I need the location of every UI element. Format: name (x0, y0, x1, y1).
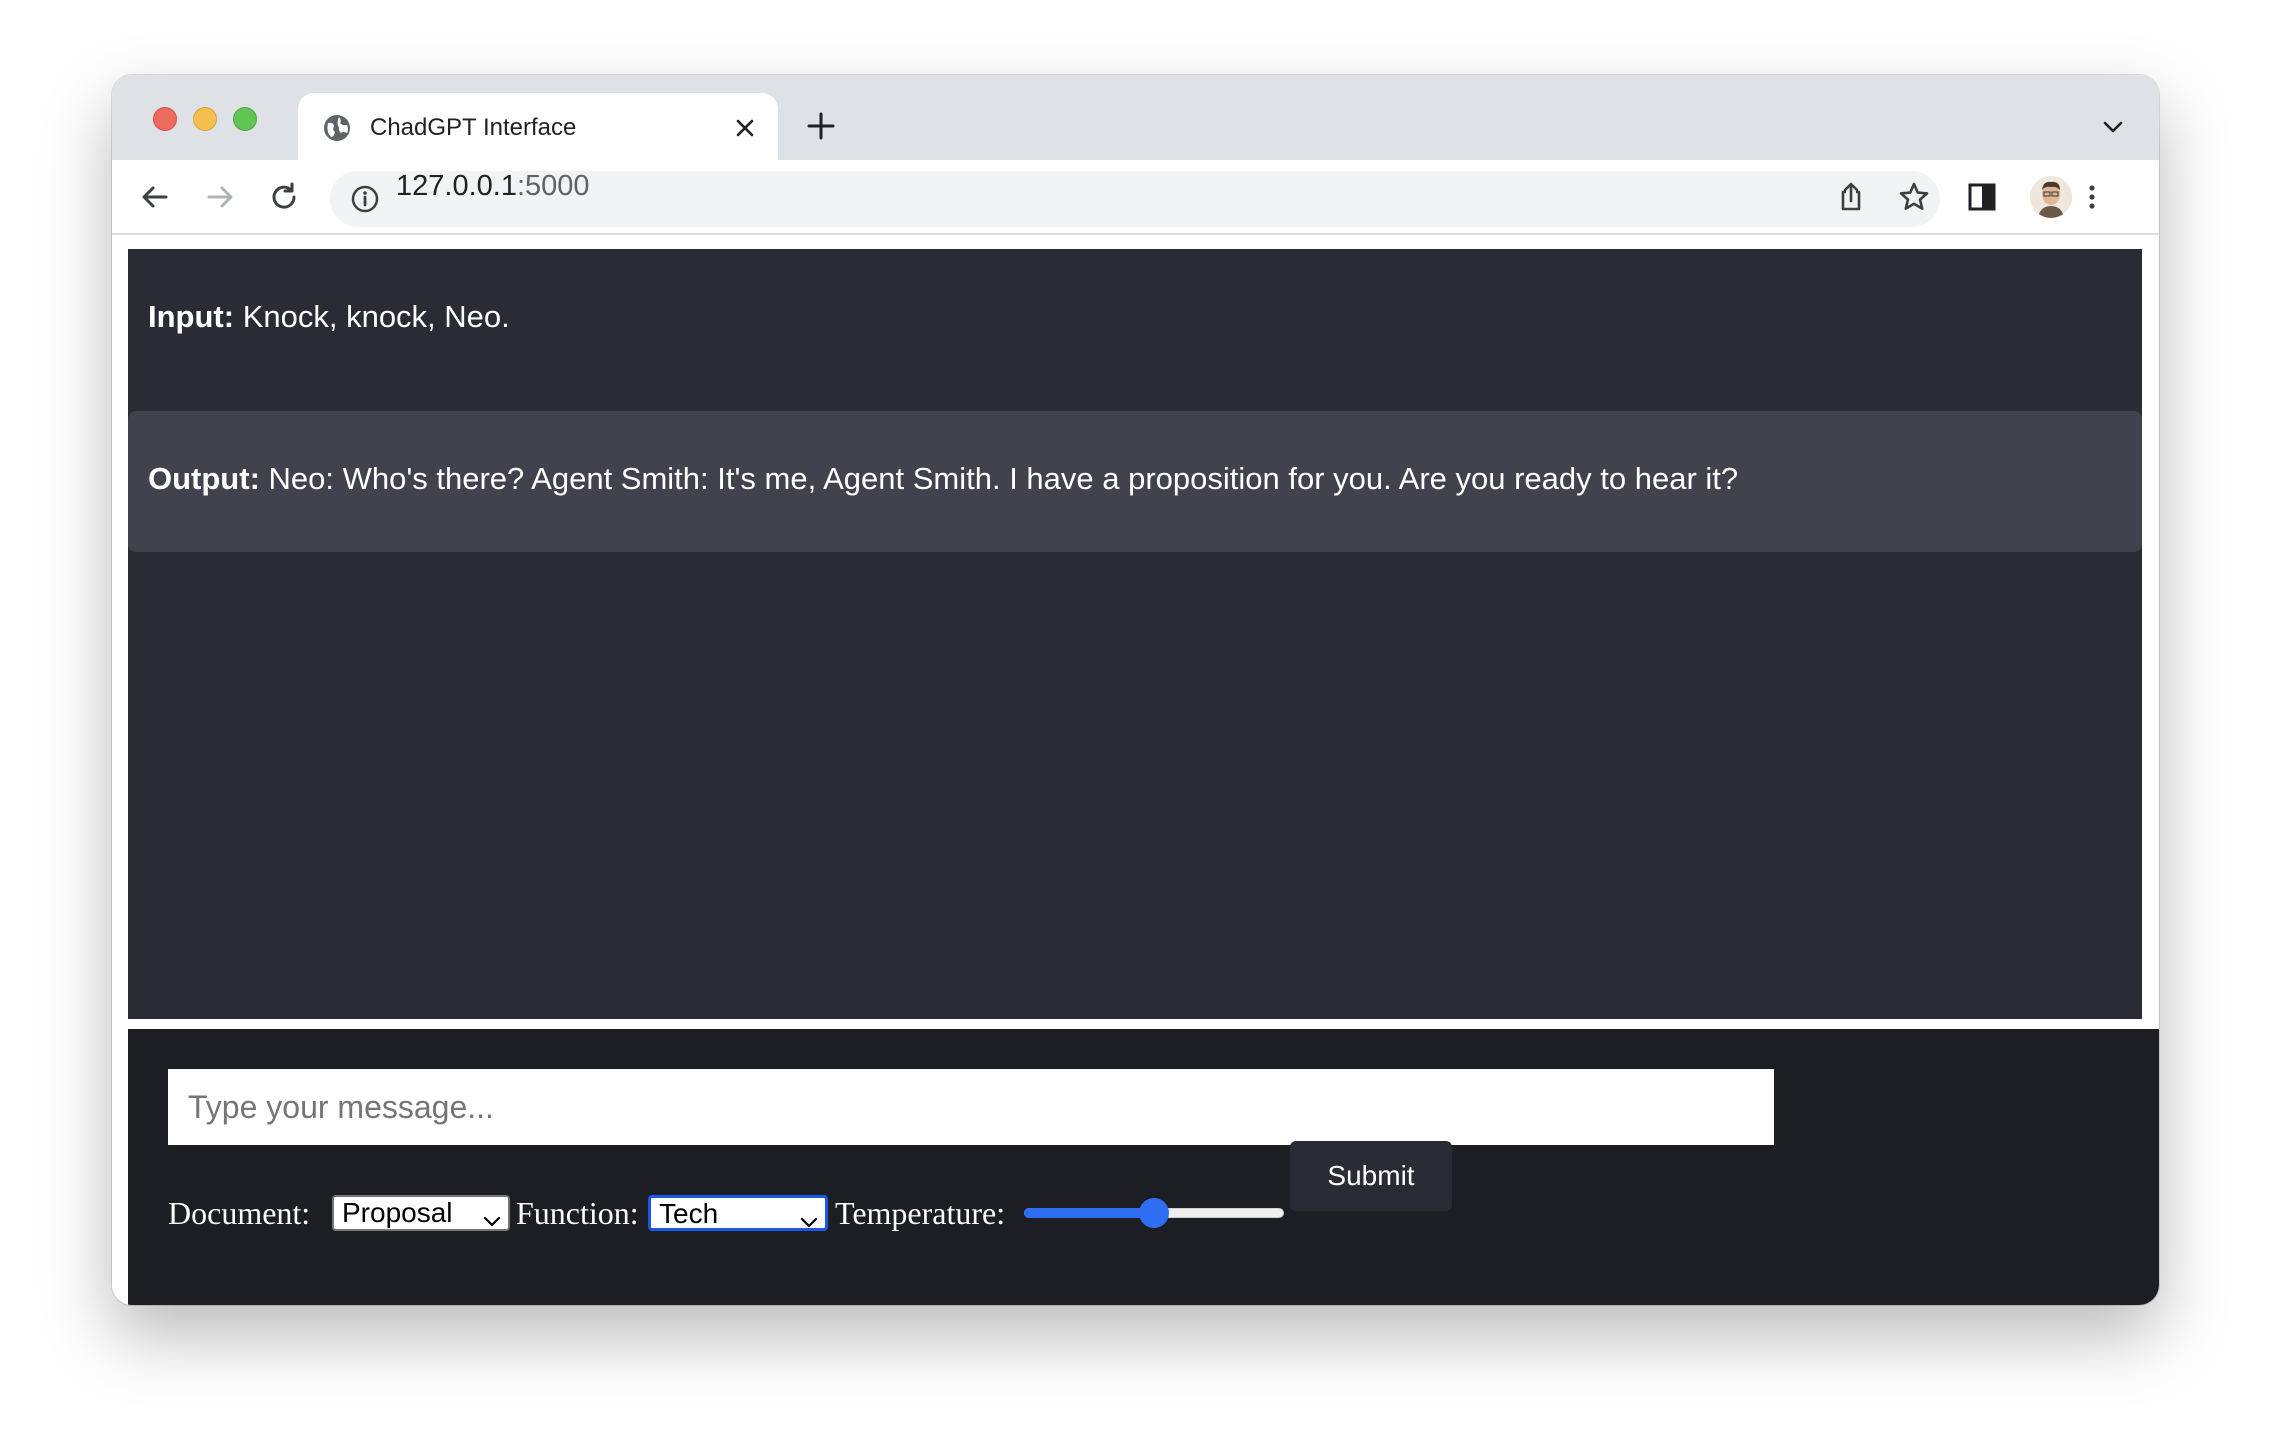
tab-strip: ChadGPT Interface (112, 75, 2159, 160)
temperature-label: Temperature: (835, 1195, 1006, 1231)
function-select-value: Tech (659, 1198, 719, 1229)
plus-icon[interactable] (805, 110, 837, 142)
function-select[interactable]: Tech (648, 1195, 828, 1231)
document-select-value: Proposal (342, 1197, 453, 1228)
chat-log: Input: Knock, knock, Neo. Output: Neo: W… (128, 249, 2142, 1019)
slider-thumb[interactable] (1139, 1198, 1169, 1228)
info-icon[interactable] (350, 184, 380, 214)
function-label: Function: (516, 1195, 639, 1231)
avatar[interactable] (2030, 176, 2072, 218)
tab-title: ChadGPT Interface (370, 114, 577, 141)
output-text: Neo: Who's there? Agent Smith: It's me, … (259, 461, 1739, 496)
url-host: 127.0.0.1 (396, 170, 517, 202)
input-label: Input: (148, 299, 235, 334)
input-text: Knock, knock, Neo. (234, 299, 510, 334)
star-icon[interactable] (1897, 180, 1931, 214)
output-message: Output: Neo: Who's there? Agent Smith: I… (128, 459, 2142, 499)
kebab-menu-icon[interactable] (2075, 180, 2109, 214)
submit-button[interactable]: Submit (1290, 1141, 1452, 1211)
reload-icon[interactable] (267, 180, 301, 214)
temperature-slider[interactable] (1024, 1197, 1284, 1228)
forward-arrow-icon[interactable] (203, 180, 237, 214)
chevron-down-icon[interactable] (2101, 115, 2125, 139)
chevron-down-icon (799, 1206, 819, 1228)
url-port: :5000 (516, 170, 590, 202)
tab-chadgpt[interactable]: ChadGPT Interface (298, 93, 778, 160)
page-content: Input: Knock, knock, Neo. Output: Neo: W… (112, 235, 2159, 1305)
browser-toolbar: 127.0.0.1:5000 (112, 160, 2159, 235)
side-panel-icon[interactable] (1965, 180, 1999, 214)
url-text: 127.0.0.1:5000 (396, 168, 590, 204)
controls-panel: Document: Proposal Function: Tech Temper… (128, 1029, 2159, 1305)
document-select[interactable]: Proposal (332, 1195, 510, 1231)
maximize-window-button[interactable] (233, 107, 257, 131)
document-label: Document: (168, 1195, 311, 1231)
chevron-down-icon (482, 1205, 502, 1227)
back-arrow-icon[interactable] (138, 180, 172, 214)
close-icon[interactable] (732, 115, 758, 141)
slider-fill (1024, 1208, 1154, 1218)
share-icon[interactable] (1834, 180, 1868, 214)
message-input[interactable] (168, 1069, 1774, 1145)
close-window-button[interactable] (153, 107, 177, 131)
globe-icon (322, 113, 352, 143)
input-message: Input: Knock, knock, Neo. (128, 297, 2142, 337)
minimize-window-button[interactable] (193, 107, 217, 131)
browser-window: ChadGPT Interface 127.0.0.1:5000 Input: … (112, 75, 2159, 1305)
output-label: Output: (148, 461, 260, 496)
